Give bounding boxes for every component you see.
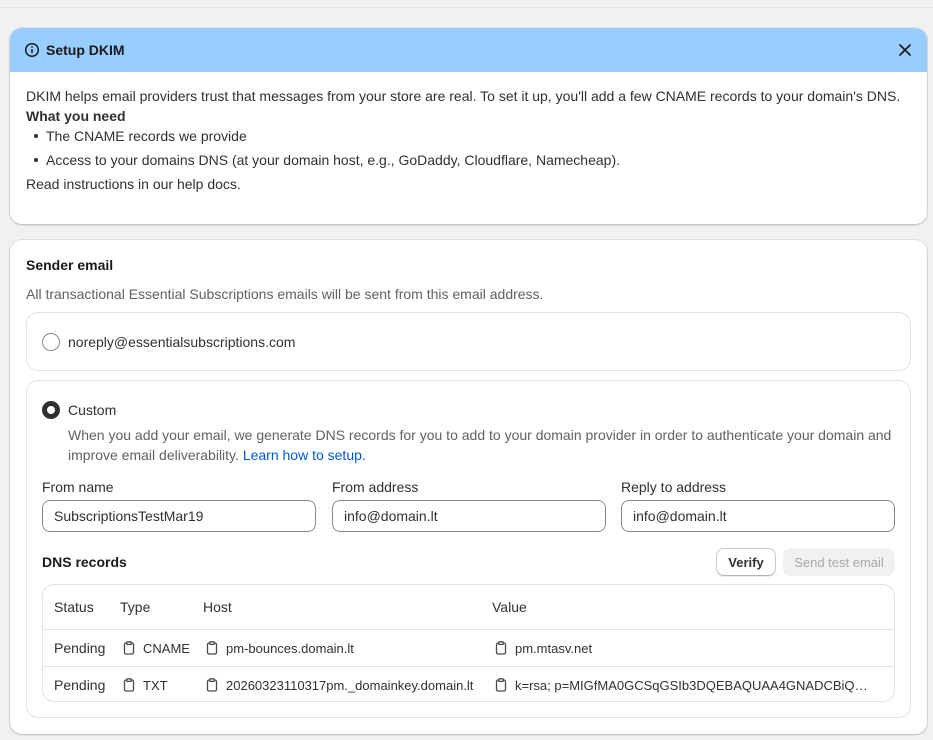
host-cell[interactable]: 20260323110317pm._domainkey.domain.lt — [204, 667, 474, 701]
value-text: pm.mtasv.net — [515, 640, 593, 656]
custom-radio[interactable] — [42, 401, 60, 419]
dns-records-table: Status Type Host Value Pending CNAME pm-… — [42, 584, 895, 702]
host-text: 20260323110317pm._domainkey.domain.lt — [226, 677, 474, 693]
type-text: CNAME — [143, 640, 190, 656]
from-name-label: From name — [42, 479, 114, 495]
what-you-need-title: What you need — [26, 108, 126, 124]
clipboard-icon — [121, 677, 137, 693]
table-header-row: Status Type Host Value — [43, 585, 894, 629]
dns-records-title: DNS records — [42, 554, 127, 570]
needs-list: The CNAME records we provide Access to y… — [26, 126, 911, 170]
close-icon[interactable] — [895, 40, 915, 60]
status-cell: Pending — [54, 640, 106, 656]
learn-setup-link[interactable]: Learn how to setup. — [243, 447, 366, 463]
value-cell[interactable]: k=rsa; p=MIGfMA0GCSqGSIb3DQEBAQUAA4GNADC… — [493, 667, 870, 701]
column-header-host: Host — [203, 599, 232, 615]
clipboard-icon — [493, 677, 509, 693]
value-text: k=rsa; p=MIGfMA0GCSqGSIb3DQEBAQUAA4GNADC… — [515, 677, 870, 693]
status-cell: Pending — [54, 677, 106, 693]
help-docs-text: Read instructions in our help docs. — [26, 176, 241, 192]
list-item: The CNAME records we provide — [34, 126, 911, 146]
from-address-input[interactable] — [332, 500, 606, 532]
custom-description-text: When you add your email, we generate DNS… — [68, 427, 892, 463]
clipboard-icon — [121, 640, 137, 656]
host-cell[interactable]: pm-bounces.domain.lt — [204, 630, 354, 666]
clipboard-icon — [493, 640, 509, 656]
custom-option: Custom When you add your email, we gener… — [26, 380, 911, 718]
table-row: Pending CNAME pm-bounces.domain.lt pm.mt… — [43, 629, 894, 666]
column-header-value: Value — [492, 599, 527, 615]
custom-description: When you add your email, we generate DNS… — [68, 425, 898, 465]
type-cell[interactable]: CNAME — [121, 630, 190, 666]
host-text: pm-bounces.domain.lt — [226, 640, 354, 656]
top-strip — [0, 0, 933, 8]
banner-intro: DKIM helps email providers trust that me… — [26, 88, 901, 104]
column-header-status: Status — [54, 599, 94, 615]
info-icon — [24, 42, 40, 58]
banner-header: Setup DKIM — [10, 28, 927, 72]
type-cell[interactable]: TXT — [121, 667, 168, 701]
noreply-radio[interactable] — [42, 333, 60, 351]
value-cell[interactable]: pm.mtasv.net — [493, 630, 592, 666]
table-row: Pending TXT 20260323110317pm._domainkey.… — [43, 666, 894, 701]
from-name-input[interactable] — [42, 500, 316, 532]
noreply-option[interactable]: noreply@essentialsubscriptions.com — [26, 312, 911, 371]
type-text: TXT — [143, 677, 168, 693]
banner-title: Setup DKIM — [46, 42, 125, 58]
verify-button[interactable]: Verify — [716, 548, 776, 576]
noreply-label: noreply@essentialsubscriptions.com — [68, 334, 296, 350]
from-address-label: From address — [332, 479, 419, 495]
column-header-type: Type — [120, 599, 151, 615]
reply-to-input[interactable] — [621, 500, 895, 532]
section-title: Sender email — [26, 257, 114, 273]
send-test-email-button[interactable]: Send test email — [783, 548, 895, 576]
section-subtitle: All transactional Essential Subscription… — [26, 286, 544, 302]
reply-to-label: Reply to address — [621, 479, 727, 495]
clipboard-icon — [204, 640, 220, 656]
custom-label: Custom — [68, 402, 117, 418]
sender-email-card: Sender email All transactional Essential… — [10, 240, 927, 734]
clipboard-icon — [204, 677, 220, 693]
list-item: Access to your domains DNS (at your doma… — [34, 150, 911, 170]
banner-body: DKIM helps email providers trust that me… — [10, 72, 927, 194]
setup-dkim-banner: Setup DKIM DKIM helps email providers tr… — [10, 28, 927, 224]
